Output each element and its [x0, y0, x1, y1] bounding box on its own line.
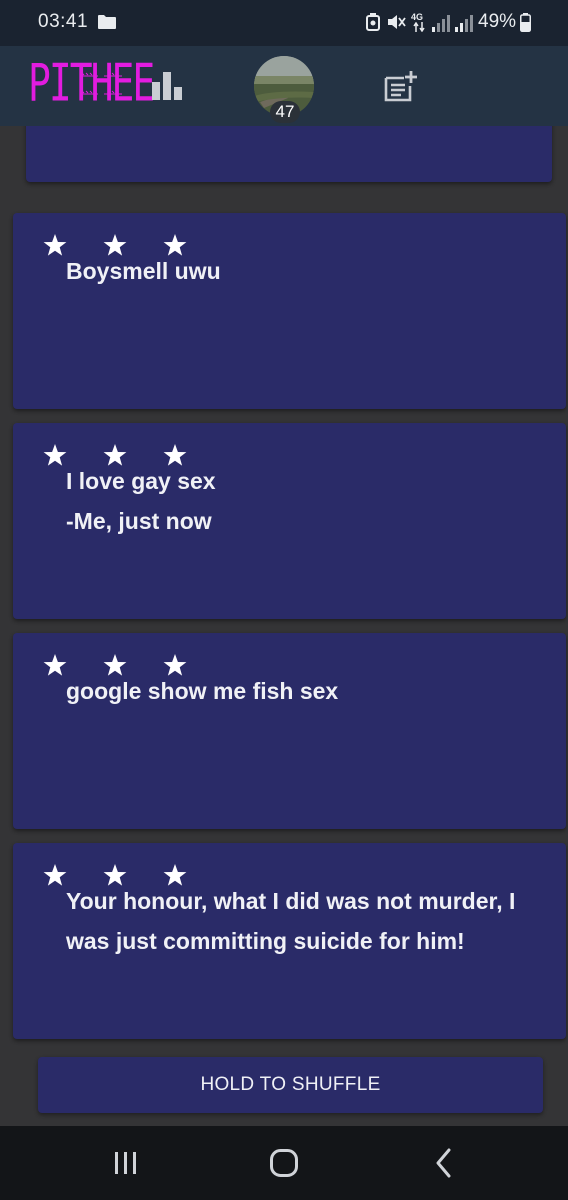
post-card[interactable]: I love gay sex -Me, just now — [13, 423, 566, 619]
mute-icon — [388, 15, 406, 29]
bar-chart-icon[interactable] — [150, 70, 186, 100]
network-label: 4G — [411, 12, 424, 22]
home-icon[interactable] — [269, 1148, 299, 1178]
post-text: google show me fish sex — [66, 678, 339, 704]
network-4g-icon: 4G — [411, 12, 427, 34]
hold-to-shuffle-button[interactable]: HOLD TO SHUFFLE — [38, 1057, 543, 1113]
recent-apps-icon[interactable] — [113, 1150, 139, 1176]
alarm-icon — [366, 13, 380, 31]
star-icon[interactable] — [43, 863, 67, 887]
post-text: Boysmell uwu — [66, 258, 221, 284]
logo-decoration — [80, 72, 122, 95]
post-card[interactable]: Boysmell uwu — [13, 213, 566, 409]
system-nav-bar — [0, 1126, 568, 1200]
star-icon[interactable] — [43, 653, 67, 677]
app-header: PITHEE 47 — [0, 46, 568, 126]
app-logo[interactable]: PITHEE — [28, 52, 155, 118]
back-icon[interactable] — [434, 1148, 454, 1178]
new-post-icon[interactable] — [384, 70, 418, 102]
star-icon[interactable] — [43, 233, 67, 257]
battery-icon — [520, 13, 531, 32]
post-text: I love gay sex -Me, just now — [66, 468, 216, 534]
status-time: 03:41 — [38, 11, 89, 32]
post-card[interactable]: Your honour, what I did was not murder, … — [13, 843, 566, 1039]
signal-icon — [455, 15, 473, 32]
feed[interactable]: Boysmell uwu I love gay sex -Me, just no… — [0, 96, 568, 1126]
signal-icon — [432, 15, 450, 32]
post-card[interactable]: google show me fish sex — [13, 633, 566, 829]
battery-percent: 49% — [478, 11, 517, 32]
folder-icon — [98, 15, 116, 29]
star-icon[interactable] — [43, 443, 67, 467]
post-text: Your honour, what I did was not murder, … — [66, 888, 516, 954]
status-bar: 03:41 4G 49% — [0, 0, 568, 46]
avatar-count-badge: 47 — [270, 101, 300, 123]
